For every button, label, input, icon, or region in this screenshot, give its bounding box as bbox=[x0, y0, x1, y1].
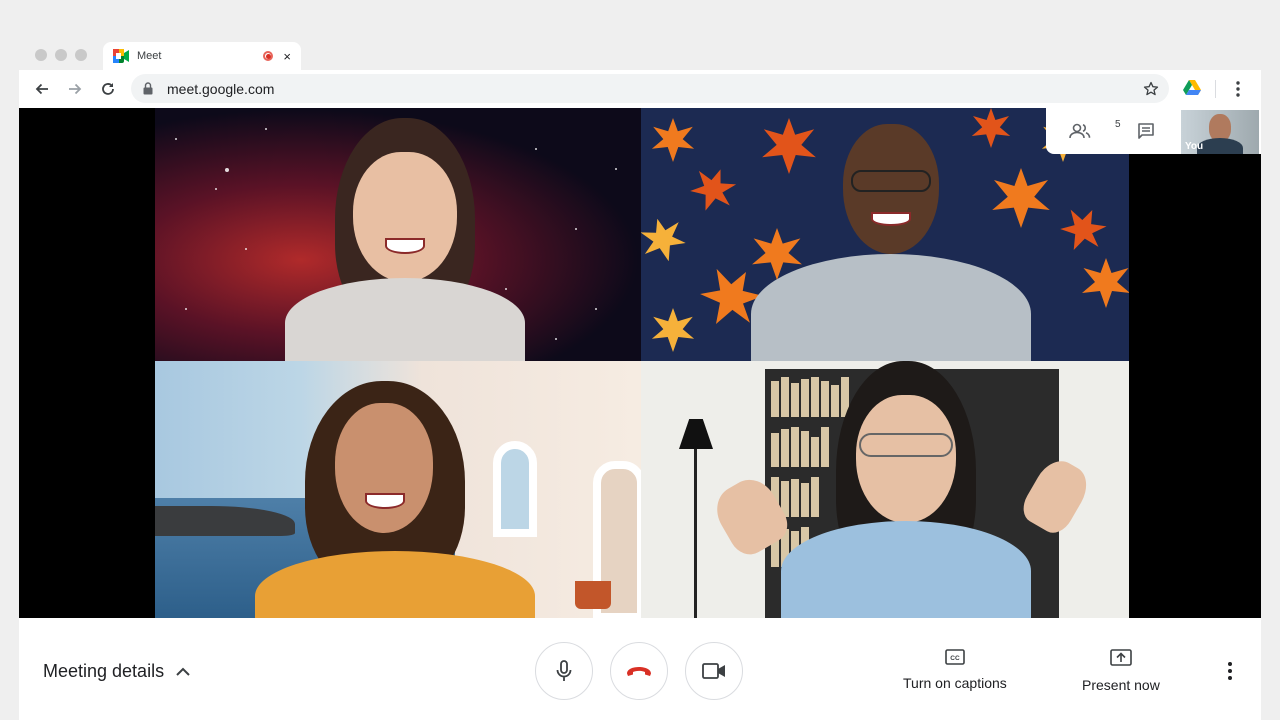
google-drive-icon[interactable] bbox=[1183, 80, 1201, 96]
phone-hangup-icon bbox=[627, 667, 651, 676]
reload-button[interactable] bbox=[97, 78, 119, 100]
closed-captions-icon: CC bbox=[945, 649, 965, 665]
arrow-right-icon bbox=[69, 83, 82, 95]
tab-title: Meet bbox=[137, 50, 162, 62]
vertical-dots-icon bbox=[1236, 81, 1240, 97]
captions-label: Turn on captions bbox=[903, 675, 1007, 691]
meeting-details-label: Meeting details bbox=[43, 661, 165, 681]
tab-close-button[interactable]: × bbox=[283, 50, 291, 63]
vertical-dots-icon bbox=[1228, 662, 1232, 680]
microphone-button[interactable] bbox=[535, 642, 593, 700]
chat-icon bbox=[1138, 123, 1154, 139]
toolbar-divider bbox=[1215, 80, 1216, 98]
floor-lamp bbox=[679, 419, 713, 449]
maximize-window-dot[interactable] bbox=[75, 49, 87, 61]
chevron-up-icon bbox=[176, 667, 190, 676]
participant-1-video bbox=[285, 118, 525, 361]
close-window-dot[interactable] bbox=[35, 49, 47, 61]
flower-pot bbox=[575, 581, 611, 609]
video-grid: 5 You bbox=[19, 108, 1261, 618]
bookmark-button[interactable] bbox=[1141, 79, 1161, 99]
people-icon bbox=[1069, 123, 1091, 139]
self-view-label: You bbox=[1185, 141, 1204, 152]
present-now-button[interactable]: Present now bbox=[1082, 649, 1160, 693]
camera-button[interactable] bbox=[685, 642, 743, 700]
browser-toolbar: meet.google.com bbox=[19, 70, 1261, 108]
url-text: meet.google.com bbox=[167, 81, 275, 97]
reload-icon bbox=[102, 83, 114, 95]
meet-logo-icon bbox=[113, 49, 129, 63]
participant-tile-1[interactable] bbox=[155, 108, 641, 361]
video-camera-icon bbox=[702, 663, 725, 679]
end-call-button[interactable] bbox=[610, 642, 668, 700]
chat-button[interactable] bbox=[1133, 119, 1159, 143]
tab-strip: Meet × bbox=[19, 40, 1261, 70]
present-screen-icon bbox=[1110, 649, 1132, 666]
svg-text:CC: CC bbox=[950, 655, 960, 662]
microphone-icon bbox=[556, 660, 572, 681]
lock-icon bbox=[143, 82, 153, 95]
meeting-overlay-panel: 5 You bbox=[1046, 108, 1261, 154]
recording-indicator-icon bbox=[263, 51, 274, 61]
star-icon bbox=[1143, 81, 1159, 96]
browser-window: Meet × meet.google.com 5 You Meeting det… bbox=[19, 40, 1261, 720]
self-view-tile[interactable]: You bbox=[1181, 110, 1259, 154]
participant-tile-4[interactable] bbox=[641, 361, 1129, 618]
tab-meet[interactable]: Meet × bbox=[103, 42, 301, 70]
more-options-button[interactable] bbox=[1219, 660, 1241, 682]
participant-2-video bbox=[751, 124, 1031, 361]
captions-button[interactable]: CC Turn on captions bbox=[903, 649, 1007, 691]
present-now-label: Present now bbox=[1082, 677, 1160, 693]
browser-menu-button[interactable] bbox=[1227, 78, 1249, 100]
forward-button[interactable] bbox=[64, 78, 86, 100]
meeting-details-button[interactable]: Meeting details bbox=[43, 661, 190, 682]
participant-count: 5 bbox=[1115, 119, 1121, 130]
meeting-controls-bar: Meeting details CC Turn on captions Pres… bbox=[19, 618, 1261, 720]
self-view-body bbox=[1197, 138, 1243, 154]
participant-tile-3[interactable] bbox=[155, 361, 641, 618]
floor-lamp-pole bbox=[694, 449, 697, 618]
participant-4-video bbox=[707, 361, 1096, 618]
arrow-left-icon bbox=[35, 83, 48, 95]
window-controls bbox=[35, 49, 87, 61]
participants-button[interactable] bbox=[1067, 119, 1093, 143]
address-bar[interactable]: meet.google.com bbox=[131, 74, 1169, 103]
participant-3-video bbox=[235, 381, 535, 618]
back-button[interactable] bbox=[31, 78, 53, 100]
minimize-window-dot[interactable] bbox=[55, 49, 67, 61]
